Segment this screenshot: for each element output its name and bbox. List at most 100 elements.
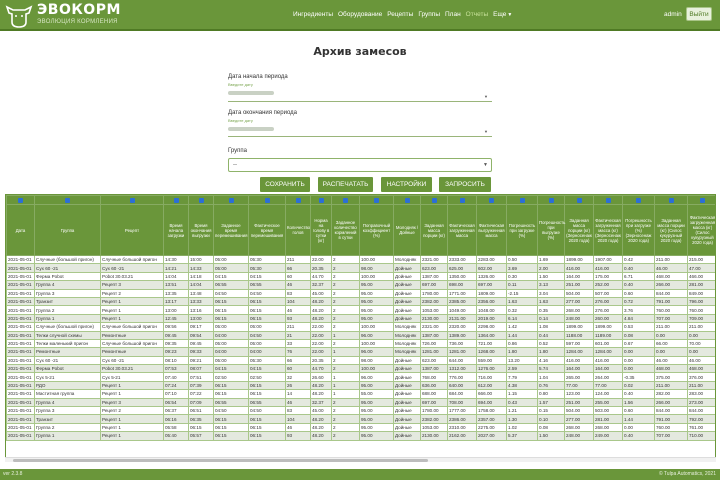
table-row[interactable]: 2021-05-01 Транзит Рецепт 1 13:17 13:33 06:15… [6, 296, 715, 307]
column-toggle-checkbox[interactable] [476, 195, 507, 205]
column-header[interactable]: Погрешность при загрузке (%) (Зерносенаж… [622, 204, 655, 256]
table-row[interactable]: 2021-05-01 Группа 2 Рецепт 1 05:58 06:15 06:1… [6, 422, 715, 433]
table-row[interactable]: 2021-05-01 Группа 2 Рецепт 1 13:00 13:16 06:1… [6, 305, 715, 315]
group-select[interactable]: -- ▼ [228, 158, 492, 172]
column-toggle-checkbox[interactable] [285, 195, 311, 205]
table-cell: 44.70 [310, 364, 332, 374]
column-header[interactable]: Заданная масса порции (кг) (Силос кукуру… [654, 204, 688, 256]
table-row[interactable]: 2021-05-01 Группа 3 Рецепт 2 06:37 06:51 04:5… [6, 406, 715, 416]
user-name[interactable]: admin [664, 11, 682, 18]
column-toggle-checkbox[interactable] [654, 195, 688, 205]
table-cell: 09:56 [163, 322, 189, 332]
table-cell: 83 [285, 288, 311, 298]
table-row[interactable]: 2021-05-01 РДО Рецепт 1 07:24 07:39 06:15 06:1… [6, 380, 715, 391]
column-toggle-checkbox[interactable] [564, 195, 594, 205]
column-header[interactable]: Время окончания выгрузки [188, 204, 214, 256]
column-header[interactable]: Погрешность при выгрузке (%) [537, 204, 565, 256]
column-toggle-checkbox[interactable] [420, 195, 448, 205]
column-toggle-checkbox[interactable] [6, 195, 35, 205]
table-cell: 5.37 [506, 431, 538, 441]
column-toggle-checkbox[interactable] [687, 195, 715, 205]
settings-button[interactable]: НАСТРОЙКИ [381, 177, 432, 192]
scrollbar-thumb[interactable] [13, 459, 428, 462]
nav-ingredients[interactable]: Ингредиенты [293, 11, 333, 18]
table-row[interactable]: 2021-05-01 Телки случной схемы Ремонтные 09… [6, 330, 715, 340]
column-toggle-checkbox[interactable] [34, 195, 101, 205]
table-row[interactable]: 2021-05-01 Сух 60 -21 Сух 60 -21 14:21 14:33… [6, 263, 715, 273]
column-header[interactable]: Заданное количество кормлений в сутки [331, 204, 360, 256]
column-header[interactable]: Рецепт [100, 204, 164, 256]
column-toggle-checkbox[interactable] [393, 195, 421, 205]
column-toggle-checkbox[interactable] [447, 195, 477, 205]
start-date-field[interactable]: Дата начала периода Введите дату ▼ [228, 74, 492, 102]
request-button[interactable]: ЗАПРОСИТЬ [439, 177, 491, 192]
end-date-field[interactable]: Дата окончания периода Введите дату ▼ [228, 110, 492, 137]
column-header[interactable]: Группа [34, 204, 101, 256]
column-header[interactable]: Фактическое время перемешивания [248, 204, 286, 256]
dropdown-arrow-icon[interactable]: ▼ [484, 94, 488, 99]
table-cell: 164.00 [564, 271, 594, 282]
table-row[interactable]: 2021-05-01 Группа 1 Рецепт 1 12:45 13:00 06:1… [6, 313, 715, 324]
nav-plan[interactable]: План [445, 11, 461, 18]
nav-more[interactable]: Еще▼ [493, 11, 512, 18]
column-header[interactable]: Фактическая загруженная масса [447, 204, 477, 256]
column-toggle-checkbox[interactable] [188, 195, 214, 205]
column-header[interactable]: Дата [6, 204, 35, 256]
table-row[interactable]: 2021-05-01 Сух 60 -21 Сух 60 -21 08:10 09:21… [6, 355, 715, 366]
table-row[interactable]: 2021-05-01 Телки маленький пригон Случные … [6, 338, 715, 349]
table-cell: 47.00 [687, 263, 715, 273]
table-row[interactable]: 2021-05-01 Группа 4 Рецепт 3 13:51 14:04 06:5… [6, 280, 715, 290]
column-header[interactable]: Количество голов [285, 204, 311, 256]
table-row[interactable]: 2021-05-01 Группа 3 Рецепт 2 13:35 13:48 04:5… [6, 288, 715, 298]
column-header[interactable]: Норма на голову в сутки (кг) [310, 204, 332, 256]
column-toggle-checkbox[interactable] [163, 195, 189, 205]
column-toggle-checkbox[interactable] [622, 195, 655, 205]
table-cell: Рецепт 1 [100, 422, 164, 433]
column-toggle-checkbox[interactable] [331, 195, 360, 205]
column-toggle-checkbox[interactable] [359, 195, 394, 205]
column-header[interactable]: Время начала загрузки [163, 204, 189, 256]
nav-reports[interactable]: Отчеты [466, 11, 488, 18]
nav-equipment[interactable]: Оборудование [338, 11, 382, 18]
nav-recipes[interactable]: Рецепты [387, 11, 413, 18]
column-header[interactable]: Фактическая загруженная масса (кг) (Зерн… [593, 204, 623, 256]
column-header[interactable]: Погрешность при загрузке (%) [506, 204, 538, 256]
column-header[interactable]: Заданная масса порции (кг) (Зерносенаж 2… [564, 204, 594, 256]
table-row[interactable]: 2021-05-01 Случные (большой пригон) Случны… [6, 254, 715, 265]
table-cell: Дойные [393, 305, 421, 315]
table-row[interactable]: 2021-05-01 Фермa Pobot Pobot 30.03.21 14:04… [6, 271, 715, 282]
table-row[interactable]: 2021-05-01 Сух 5-21 Сух 5-21 07:40 07:51 02:5… [6, 372, 715, 382]
column-header[interactable]: Фактическая загруженная масса (кг) (Сило… [687, 204, 715, 256]
table-cell: 04:15 [213, 364, 249, 374]
column-toggle-checkbox[interactable] [506, 195, 538, 205]
column-toggle-checkbox[interactable] [593, 195, 623, 205]
save-button[interactable]: СОХРАНИТЬ [260, 177, 310, 192]
table-row[interactable]: 2021-05-01 Ремонтные Ремонтные 09:23 09:33 04… [6, 347, 715, 357]
table-row[interactable]: 2021-05-01 Фермa Pobot Pobot 30.03.21 07:53… [6, 364, 715, 374]
column-toggle-checkbox[interactable] [310, 195, 332, 205]
table-cell: 05:00 [213, 263, 249, 273]
column-header[interactable]: Заданное время перемешивания [213, 204, 249, 256]
table-row[interactable]: 2021-05-01 Транзит Рецепт 1 06:16 06:35 06:15… [6, 414, 715, 424]
column-toggle-checkbox[interactable] [537, 195, 565, 205]
table-cell: 95.00 [359, 380, 394, 391]
column-header[interactable]: Фактическая выгруженная масса [476, 204, 507, 256]
column-header[interactable]: Заданная масса порции (кг) [420, 204, 448, 256]
horizontal-scrollbar[interactable] [5, 457, 716, 462]
column-toggle-checkbox[interactable] [100, 195, 164, 205]
table-row[interactable]: 2021-05-01 Группа 1 Рецепт 1 05:40 05:57 06:1… [6, 431, 715, 441]
dropdown-arrow-icon[interactable]: ▼ [484, 129, 488, 134]
logout-button[interactable]: Выйти [686, 7, 712, 21]
table-row[interactable]: 2021-05-01 Группа 4 Рецепт 3 06:54 07:09 06:5… [6, 397, 715, 408]
table-row[interactable]: 2021-05-01 Случные (большой пригон) Случны… [6, 322, 715, 332]
logo[interactable]: ЭВОКОРМ ЭВОЛЮЦИЯ КОРМЛЕНИЯ [4, 2, 121, 29]
column-toggle-checkbox[interactable] [248, 195, 286, 205]
nav-groups[interactable]: Группы [418, 11, 440, 18]
table-cell: 22.00 [310, 322, 332, 332]
column-toggle-checkbox[interactable] [213, 195, 249, 205]
table-row[interactable]: 2021-05-01 Маститная группа Рецепт 1 07:10 0… [6, 389, 715, 399]
print-button[interactable]: РАСПЕЧАТАТЬ [318, 177, 373, 192]
column-header[interactable]: Поправочный коэффициент (%) [359, 204, 394, 256]
table-cell: 14 [285, 389, 311, 399]
column-header[interactable]: Молодняк / Дойные [393, 204, 421, 256]
